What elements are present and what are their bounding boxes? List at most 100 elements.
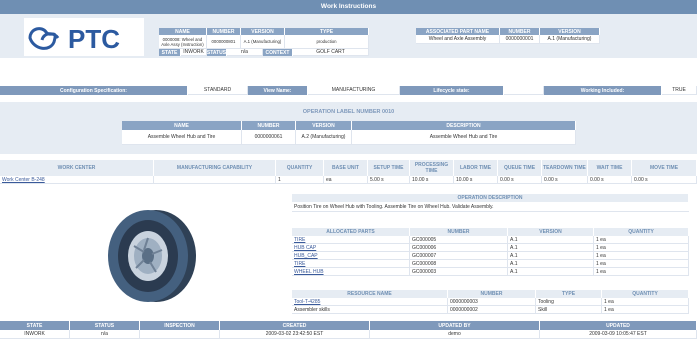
operation-banner: OPERATION LABEL NUMBER 0010 (302, 109, 395, 115)
working-included-value: TRUE (662, 86, 697, 95)
footer-col-created: CREATED (220, 321, 370, 330)
wc-col-teardown-time: TEARDOWN TIME (542, 160, 588, 176)
op-col-number: NUMBER (242, 121, 296, 130)
footer-state-value: INWORK (0, 330, 70, 339)
wc-queue-time-value: 0.00 s (498, 176, 542, 184)
allocated-part-quantity: 1 ea (594, 236, 689, 244)
header-table: NAME NUMBER VERSION TYPE 0000008: Wheel … (159, 28, 369, 56)
allocated-part-link[interactable]: WHEEL HUB (292, 268, 410, 276)
allocated-part-quantity: 1 ea (594, 268, 689, 276)
allocated-part-number: GC000005 (410, 236, 508, 244)
op-version-value: A.2 (Manufacturing) (296, 130, 352, 145)
assoc-col-version: VERSION (540, 28, 600, 35)
allocated-part-link[interactable]: TIRE (292, 260, 410, 268)
wc-setup-time-value: 5.00 s (368, 176, 410, 184)
table-row: TIRE GC000005 A.1 1 ea (292, 236, 689, 244)
header-state-value: INWORK (181, 49, 207, 56)
wc-col-base-unit: BASE UNIT (324, 160, 368, 176)
footer-col-inspection: INSPECTION (140, 321, 220, 330)
assoc-col-number: NUMBER (500, 28, 540, 35)
page-title: Work Instructions (320, 3, 377, 10)
table-row: WHEEL HUB GC000003 A.1 1 ea (292, 268, 689, 276)
header-version-value: A.1 (Manufacturing) (241, 35, 285, 49)
allocated-part-version: A.1 (508, 260, 594, 268)
assoc-number-value: 0000000001 (500, 35, 540, 44)
view-name-label: View Name: (248, 86, 308, 95)
resource-name: Assembler skills (292, 306, 448, 314)
work-center-link[interactable]: Work Center B-248 (0, 176, 154, 184)
resource-quantity: 1 ea (602, 306, 689, 314)
wc-col-quantity: QUANTITY (276, 160, 324, 176)
allocated-part-quantity: 1 ea (594, 260, 689, 268)
allocated-parts-table: ALLOCATED PARTS NUMBER VERSION QUANTITY … (292, 228, 689, 276)
work-center-table: WORK CENTER MANUFACTURING CAPABILITY QUA… (0, 160, 697, 184)
operation-description-block: OPERATION DESCRIPTION Position Tire on W… (292, 194, 689, 212)
op-description-text: Position Tire on Wheel Hub with Tooling.… (292, 202, 689, 212)
op-number-value: 0000000061 (242, 130, 296, 145)
allocated-part-link[interactable]: HUB_CAP (292, 252, 410, 260)
ptc-logo-icon: PTC (24, 18, 144, 56)
assoc-col-name: ASSOCIATED PART NAME (416, 28, 500, 35)
res-col-number: NUMBER (448, 290, 536, 298)
wc-move-time-value: 0.00 s (632, 176, 697, 184)
alloc-col-number: NUMBER (410, 228, 508, 236)
tire-image (96, 206, 206, 306)
op-name-value: Assemble Wheel Hub and Tire (122, 130, 242, 145)
table-row: Tool-T-4285 0000000003 Tooling 1 ea (292, 298, 689, 306)
footer-status-value: n/a (70, 330, 140, 339)
resource-number: 0000000003 (448, 298, 536, 306)
config-spec-value: STANDARD (188, 86, 248, 95)
footer-col-status: STATUS (70, 321, 140, 330)
alloc-col-part: ALLOCATED PARTS (292, 228, 410, 236)
wc-capability-value (154, 176, 276, 184)
wc-teardown-time-value: 0.00 s (542, 176, 588, 184)
allocated-part-link[interactable]: TIRE (292, 236, 410, 244)
header-status-value: n/a (227, 49, 263, 56)
op-col-version: VERSION (296, 121, 352, 130)
lifecycle-value (504, 86, 544, 95)
title-band: Work Instructions (0, 0, 697, 14)
resource-quantity: 1 ea (602, 298, 689, 306)
op-description-header: OPERATION DESCRIPTION (292, 194, 689, 202)
operation-table: NAME NUMBER VERSION DESCRIPTION Assemble… (122, 121, 576, 145)
res-col-type: TYPE (536, 290, 602, 298)
allocated-part-version: A.1 (508, 244, 594, 252)
header-name-value: 0000008: Wheel and Axle Assy (Instructio… (159, 35, 207, 49)
tire-illustration-icon (108, 210, 196, 302)
footer-col-updated-by: UPDATED BY (370, 321, 540, 330)
footer-col-updated: UPDATED (540, 321, 697, 330)
resources-table: RESOURCE NAME NUMBER TYPE QUANTITY Tool-… (292, 290, 689, 314)
table-row: HUB_CAP GC000007 A.1 1 ea (292, 252, 689, 260)
wc-processing-time-value: 10.00 s (410, 176, 454, 184)
allocated-part-version: A.1 (508, 252, 594, 260)
wc-labor-time-value: 10.00 s (454, 176, 498, 184)
footer-updated-value: 2009-03-09 10:05:47 EST (540, 330, 697, 339)
footer-col-state: STATE (0, 321, 70, 330)
footer-table: STATE STATUS INSPECTION CREATED UPDATED … (0, 321, 697, 339)
allocated-part-link[interactable]: HUB CAP (292, 244, 410, 252)
res-col-name: RESOURCE NAME (292, 290, 448, 298)
footer-inspection-value (140, 330, 220, 339)
header-context-value: GOLF CART (293, 49, 369, 56)
header-col-number: NUMBER (207, 28, 241, 35)
table-row: Assembler skills 0000000002 Skill 1 ea (292, 306, 689, 314)
wc-wait-time-value: 0.00 s (588, 176, 632, 184)
ptc-logo: PTC (24, 18, 144, 56)
logo-text: PTC (68, 24, 120, 54)
resource-type: Tooling (536, 298, 602, 306)
table-row: HUB CAP GC000006 A.1 1 ea (292, 244, 689, 252)
config-spec-label: Configuration Specification: (0, 86, 188, 95)
table-row: TIRE GC000008 A.1 1 ea (292, 260, 689, 268)
op-description-value: Assemble Wheel Hub and Tire (352, 130, 576, 145)
alloc-col-version: VERSION (508, 228, 594, 236)
wc-quantity-value: 1 (276, 176, 324, 184)
resource-type: Skill (536, 306, 602, 314)
wc-col-move-time: MOVE TIME (632, 160, 697, 176)
header-state-label: STATE (159, 49, 181, 56)
wc-col-processing-time: PROCESSING TIME (410, 160, 454, 176)
allocated-part-quantity: 1 ea (594, 252, 689, 260)
header-col-type: TYPE (285, 28, 369, 35)
config-bar: Configuration Specification: STANDARD Vi… (0, 86, 697, 95)
resource-link[interactable]: Tool-T-4285 (292, 298, 448, 306)
wc-col-wait-time: WAIT TIME (588, 160, 632, 176)
